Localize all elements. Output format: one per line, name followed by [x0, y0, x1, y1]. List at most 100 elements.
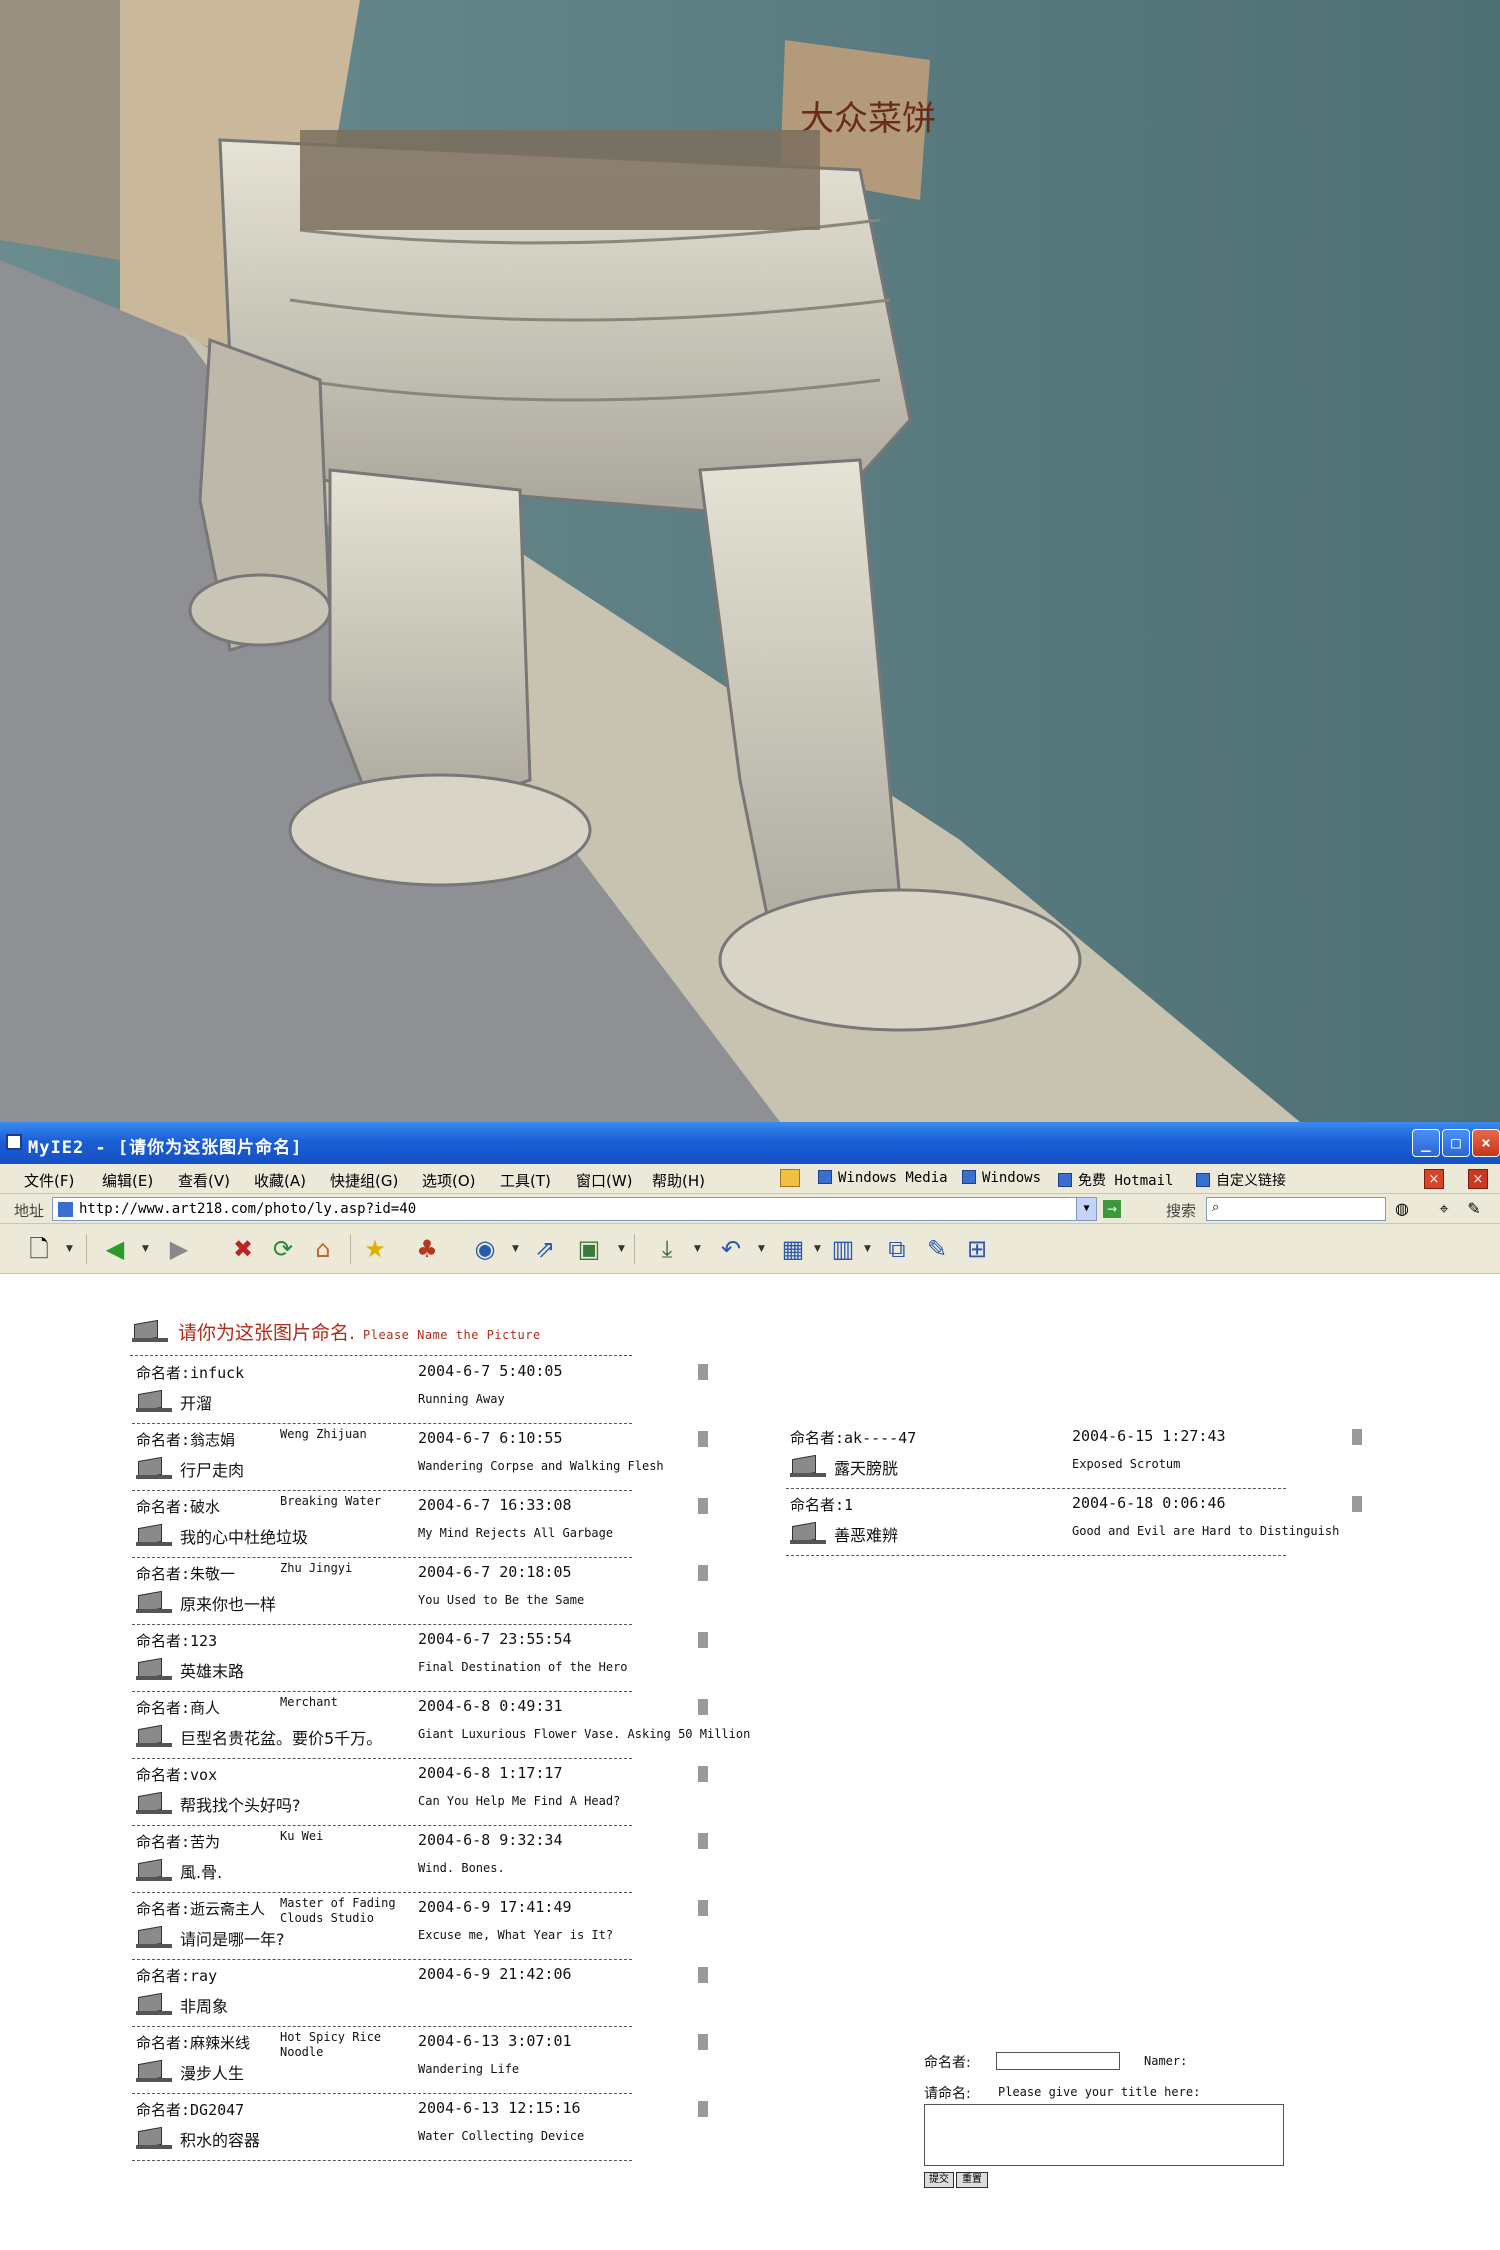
- edit-page-icon[interactable]: ✎: [920, 1233, 954, 1265]
- stop-icon[interactable]: ✖: [226, 1233, 260, 1265]
- folder-icon: [136, 1924, 172, 1948]
- folder-icon: [790, 1520, 826, 1544]
- entry-marker: [698, 2101, 708, 2117]
- title-zh: 行尸走肉: [180, 1461, 245, 1480]
- namer-value: 1: [844, 1496, 854, 1514]
- divider: [132, 2160, 632, 2161]
- search-input[interactable]: ⌕: [1206, 1197, 1386, 1221]
- entry-marker: [698, 1833, 708, 1849]
- submit-button[interactable]: 提交: [924, 2172, 954, 2188]
- entry-date: 2004-6-8 1:17:17: [418, 1764, 563, 1782]
- namer-prefix: 命名者:: [136, 1900, 191, 1918]
- entry-date: 2004-6-8 0:49:31: [418, 1697, 563, 1715]
- forward-icon[interactable]: ▶: [162, 1233, 196, 1265]
- namer-name: 命名者:1: [790, 1494, 853, 1515]
- namer-value: DG2047: [190, 2101, 245, 2119]
- namer-translation: Ku Wei: [280, 1829, 324, 1843]
- toolbar: 🗋 ▼ ◀ ▼ ▶ ✖ ⟳ ⌂ ★ ♣ ◉ ▼ ⇗ ▣ ▼ ⤓ ▼ ↶ ▼ ▦ …: [0, 1224, 1500, 1274]
- folder-icon: [136, 1857, 172, 1881]
- history-icon[interactable]: ♣: [410, 1233, 444, 1265]
- list-item: 命名者:infuck 2004-6-7 5:40:05 开溜 Running Away: [132, 1362, 896, 1429]
- chevron-down-icon[interactable]: ▼: [814, 1244, 821, 1254]
- page-icon: [58, 1202, 73, 1217]
- namer-value: infuck: [190, 1364, 245, 1382]
- namer-input[interactable]: [996, 2052, 1120, 2070]
- grid-icon[interactable]: ▦: [776, 1233, 810, 1265]
- window-icon[interactable]: ⧉: [880, 1233, 914, 1265]
- entry-date: 2004-6-9 21:42:06: [418, 1965, 572, 1983]
- title-en: Running Away: [418, 1392, 505, 1406]
- namer-name: 命名者:123: [136, 1630, 217, 1651]
- folder-icon[interactable]: [780, 1169, 800, 1187]
- chevron-down-icon[interactable]: ▼: [1076, 1198, 1096, 1220]
- menu-tools[interactable]: 工具(T): [500, 1170, 551, 1191]
- folder-icon: [136, 1589, 172, 1613]
- download-icon[interactable]: ⤓: [650, 1233, 684, 1265]
- title-en: Giant Luxurious Flower Vase. Asking 50 M…: [418, 1727, 751, 1741]
- fullscreen-icon[interactable]: ⇗: [528, 1233, 562, 1265]
- title-en: Wandering Life: [418, 2062, 520, 2076]
- maximize-button[interactable]: □: [1442, 1129, 1470, 1157]
- pencil-icon[interactable]: ✎: [1464, 1199, 1484, 1219]
- tiles-icon[interactable]: ⊞: [960, 1233, 994, 1265]
- namer-prefix: 命名者:: [136, 1833, 191, 1851]
- menu-options[interactable]: 选项(O): [422, 1170, 476, 1191]
- back-icon[interactable]: ◀: [98, 1233, 132, 1265]
- close-all-icon[interactable]: ×: [1468, 1169, 1488, 1189]
- globe-icon[interactable]: ◍: [1392, 1199, 1412, 1219]
- link-windows-media[interactable]: Windows Media: [818, 1170, 948, 1186]
- divider: [130, 1355, 632, 1356]
- link-windows[interactable]: Windows: [962, 1170, 1041, 1186]
- namer-value: vox: [190, 1766, 218, 1784]
- link-custom[interactable]: 自定义链接: [1196, 1170, 1286, 1190]
- menu-window[interactable]: 窗口(W): [576, 1170, 633, 1191]
- list-item: 命名者:翁志娟 Weng Zhijuan 2004-6-7 6:10:55 行尸走肉 W…: [132, 1427, 896, 1496]
- globe-icon[interactable]: ◉: [468, 1233, 502, 1265]
- chevron-down-icon[interactable]: ▼: [694, 1244, 701, 1254]
- namer-value: 商人: [190, 1699, 221, 1717]
- menu-groups[interactable]: 快捷组(G): [330, 1170, 398, 1191]
- title-textarea[interactable]: [924, 2104, 1284, 2166]
- menu-favorites[interactable]: 收藏(A): [254, 1170, 306, 1191]
- namer-prefix: 命名者:: [136, 1431, 191, 1449]
- refresh-icon[interactable]: ⟳: [266, 1233, 300, 1265]
- list-item: 命名者:麻辣米线 Hot Spicy Rice Noodle 2004-6-13 3…: [132, 2030, 896, 2099]
- divider: [132, 1691, 632, 1692]
- title-label-en: Please give your title here:: [998, 2085, 1201, 2099]
- page-icon: [1058, 1173, 1072, 1187]
- namer-value: 逝云斋主人: [190, 1900, 266, 1918]
- entry-marker: [1352, 1496, 1362, 1512]
- address-input[interactable]: http://www.art218.com/photo/ly.asp?id=40…: [52, 1197, 1097, 1221]
- menu-file[interactable]: 文件(F): [24, 1170, 74, 1191]
- entry-marker: [698, 2034, 708, 2050]
- menu-edit[interactable]: 编辑(E): [102, 1170, 153, 1191]
- new-page-icon[interactable]: 🗋: [22, 1233, 56, 1265]
- folder-icon: [136, 1522, 172, 1546]
- highlight-icon[interactable]: ⌖: [1434, 1199, 1454, 1219]
- chevron-down-icon[interactable]: ▼: [618, 1244, 625, 1254]
- reset-button[interactable]: 重置: [956, 2172, 988, 2188]
- title-zh: 英雄末路: [180, 1662, 245, 1681]
- chevron-down-icon[interactable]: ▼: [66, 1244, 73, 1254]
- columns-icon[interactable]: ▥: [826, 1233, 860, 1265]
- menu-help[interactable]: 帮助(H): [652, 1170, 705, 1191]
- chevron-down-icon[interactable]: ▼: [864, 1244, 871, 1254]
- list-item: 命名者:1 2004-6-18 0:06:46 善恶难辨 Good and Evil …: [786, 1494, 1500, 1561]
- chevron-down-icon[interactable]: ▼: [512, 1244, 519, 1254]
- namer-prefix: 命名者:: [136, 1699, 191, 1717]
- home-icon[interactable]: ⌂: [306, 1233, 340, 1265]
- close-button[interactable]: ×: [1472, 1129, 1500, 1157]
- menu-view[interactable]: 查看(V): [178, 1170, 230, 1191]
- namer-prefix: 命名者:: [136, 1565, 191, 1583]
- chevron-down-icon[interactable]: ▼: [142, 1244, 149, 1254]
- chevron-down-icon[interactable]: ▼: [758, 1244, 765, 1254]
- undo-icon[interactable]: ↶: [714, 1233, 748, 1265]
- link-hotmail[interactable]: 免费 Hotmail: [1058, 1170, 1173, 1190]
- minimize-button[interactable]: _: [1412, 1129, 1440, 1157]
- favorites-star-icon[interactable]: ★: [358, 1233, 392, 1265]
- title-en: You Used to Be the Same: [418, 1593, 585, 1607]
- close-tab-icon[interactable]: ×: [1424, 1169, 1444, 1189]
- collect-icon[interactable]: ▣: [572, 1233, 606, 1265]
- go-icon[interactable]: →: [1103, 1200, 1121, 1218]
- list-item: 命名者:DG2047 2004-6-13 12:15:16 积水的容器 Water C…: [132, 2099, 896, 2166]
